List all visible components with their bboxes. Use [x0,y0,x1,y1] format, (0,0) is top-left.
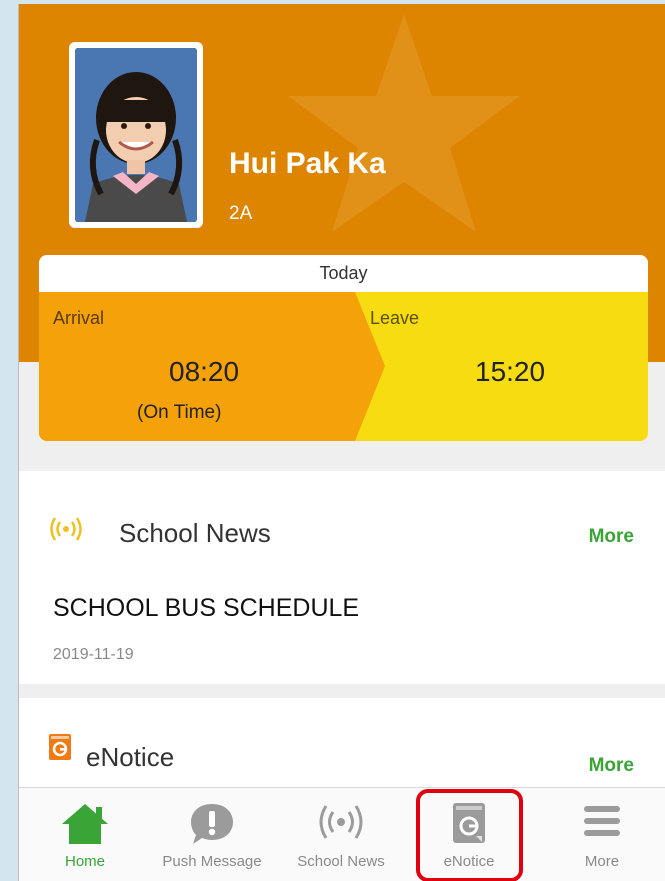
tab-more[interactable]: More [557,788,647,881]
leave-label: Leave [370,308,420,328]
enotice-more-link[interactable]: More [589,755,634,777]
tab-push-message-label: Push Message [162,853,262,870]
arrival-label: Arrival [53,308,105,328]
student-name: Hui Pak Ka [229,147,386,180]
arrival-time: 08:20 [169,356,240,387]
enotice-title: eNotice [86,742,175,772]
broadcast-icon [319,805,363,839]
star-decoration [288,14,520,232]
attendance-background [39,292,648,441]
tab-school-news[interactable]: School News [283,788,399,881]
broadcast-icon [50,517,82,541]
app-screen: Hui Pak Ka 2A Today Arrival Leave 08:20 … [18,4,665,881]
school-news-section: School News More SCHOOL BUS SCHEDULE 201… [19,471,665,684]
home-icon [62,804,108,844]
push-message-icon [191,804,233,844]
tab-more-label: More [584,853,620,870]
tab-home[interactable]: Home [37,788,133,881]
school-news-more-link[interactable]: More [589,526,634,548]
arrival-status: (On Time) [137,402,222,423]
student-class: 2A [229,203,253,224]
student-photo [69,42,203,228]
tab-home-label: Home [64,853,105,870]
attendance-card[interactable]: Today Arrival Leave 08:20 (On Time) 15:2… [39,255,648,441]
menu-icon [584,806,620,836]
bottom-tab-bar: Home Push Message School News eNotice Mo… [19,787,665,881]
news-headline[interactable]: SCHOOL BUS SCHEDULE [53,594,359,623]
tab-school-news-label: School News [297,853,385,870]
enotice-icon [49,734,71,760]
student-avatar [75,48,197,222]
tab-push-message[interactable]: Push Message [152,788,272,881]
enotice-highlight-box [416,789,523,881]
leave-time: 15:20 [475,356,546,387]
attendance-heading: Today [39,255,648,292]
news-date: 2019-11-19 [53,646,134,663]
school-news-title: School News [119,518,271,548]
